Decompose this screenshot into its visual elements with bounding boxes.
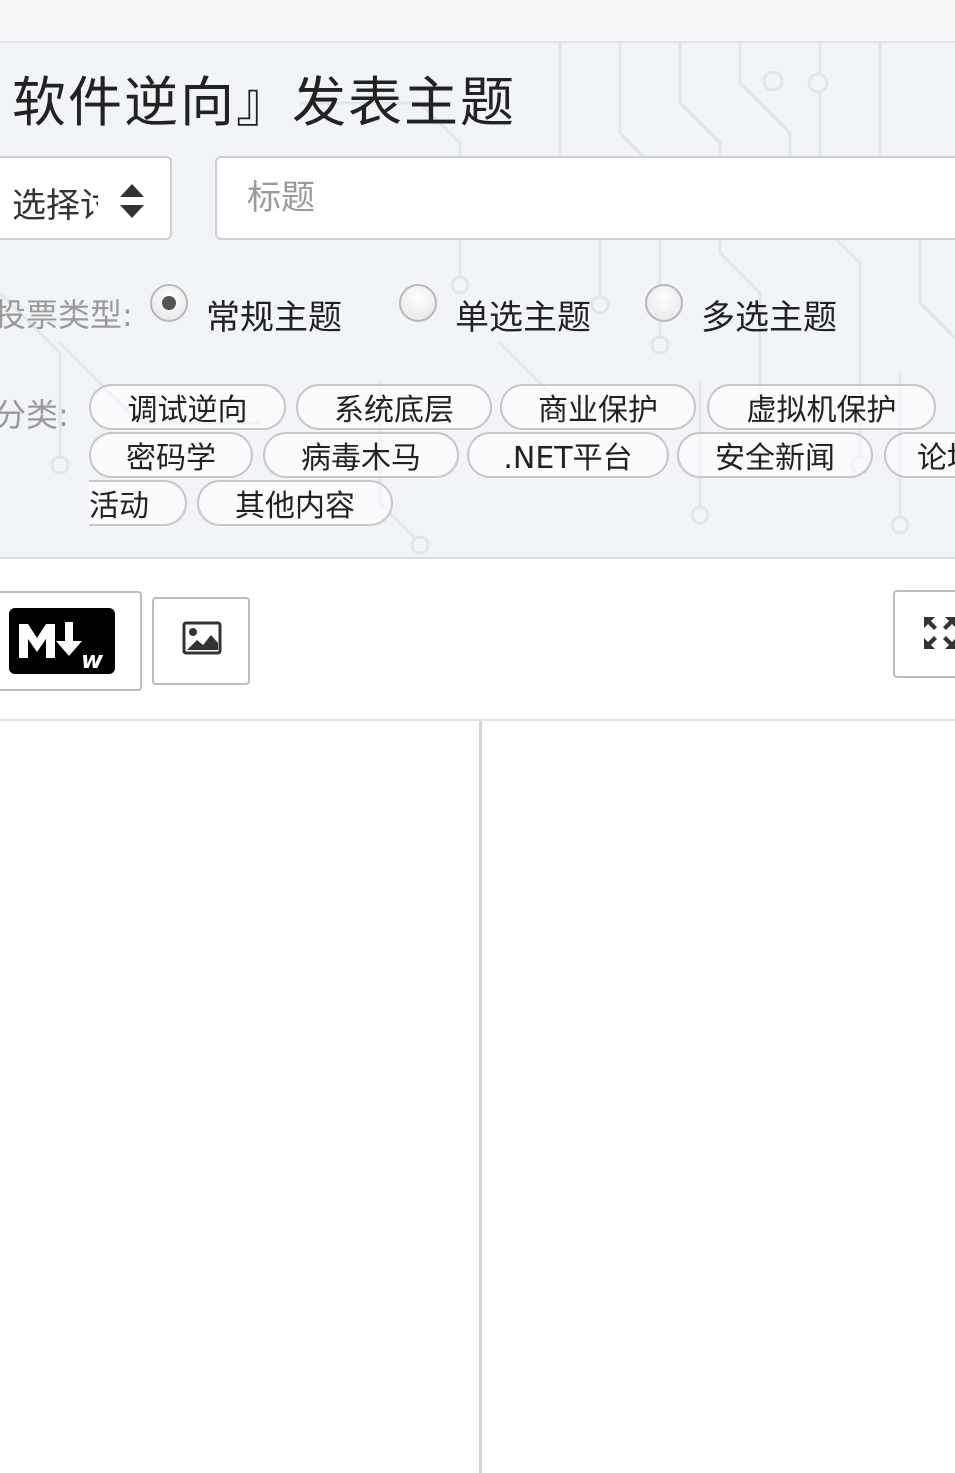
radio-button[interactable] bbox=[399, 284, 437, 322]
tag-other-content[interactable]: 其他内容 bbox=[197, 480, 393, 526]
top-bar bbox=[0, 0, 955, 43]
radio-single-choice[interactable]: 单选主题 bbox=[399, 278, 591, 338]
radio-button[interactable] bbox=[645, 284, 683, 322]
editor-preview-pane bbox=[482, 721, 955, 1473]
tag-vm-protection[interactable]: 虚拟机保护 bbox=[707, 384, 936, 430]
tag-debug-reverse[interactable]: 调试逆向 bbox=[89, 384, 286, 430]
tag-commercial-protection[interactable]: 商业保护 bbox=[500, 384, 696, 430]
radio-label: 多选主题 bbox=[701, 297, 837, 338]
radio-button[interactable] bbox=[150, 284, 188, 322]
sort-arrows-icon bbox=[120, 184, 144, 218]
markdown-editor bbox=[0, 719, 955, 1473]
editor-input-pane[interactable] bbox=[0, 721, 480, 1473]
tag-system-low-level[interactable]: 系统底层 bbox=[296, 384, 492, 430]
tag-security-news[interactable]: 安全新闻 bbox=[677, 432, 873, 478]
radio-label: 常规主题 bbox=[206, 297, 342, 338]
tag-activity[interactable]: 活动 bbox=[89, 480, 187, 526]
vote-type-label: 投票类型: bbox=[0, 296, 133, 334]
radio-label: 单选主题 bbox=[455, 297, 591, 338]
markdown-button[interactable]: w bbox=[0, 591, 142, 691]
tag-virus-trojan[interactable]: 病毒木马 bbox=[263, 432, 459, 478]
image-icon bbox=[182, 621, 222, 655]
category-select-value: 选择讨 bbox=[12, 186, 98, 226]
title-input[interactable] bbox=[215, 156, 955, 240]
tag-cryptography[interactable]: 密码学 bbox=[89, 432, 253, 478]
image-button[interactable] bbox=[152, 597, 250, 685]
radio-multiple-choice[interactable]: 多选主题 bbox=[645, 278, 837, 338]
markdown-icon: w bbox=[9, 608, 115, 674]
radio-normal-topic[interactable]: 常规主题 bbox=[150, 278, 342, 338]
category-label: 分类: bbox=[0, 396, 69, 434]
fullscreen-icon bbox=[924, 617, 955, 649]
fullscreen-button[interactable] bbox=[893, 590, 955, 678]
svg-text:w: w bbox=[81, 646, 104, 674]
category-select[interactable]: 选择讨 bbox=[0, 156, 172, 240]
page-title: 软件逆向』发表主题 bbox=[12, 71, 516, 134]
tag-dotnet-platform[interactable]: .NET平台 bbox=[467, 432, 669, 478]
editor-toolbar: w bbox=[0, 559, 955, 719]
tag-forum[interactable]: 论坛 bbox=[884, 432, 955, 478]
